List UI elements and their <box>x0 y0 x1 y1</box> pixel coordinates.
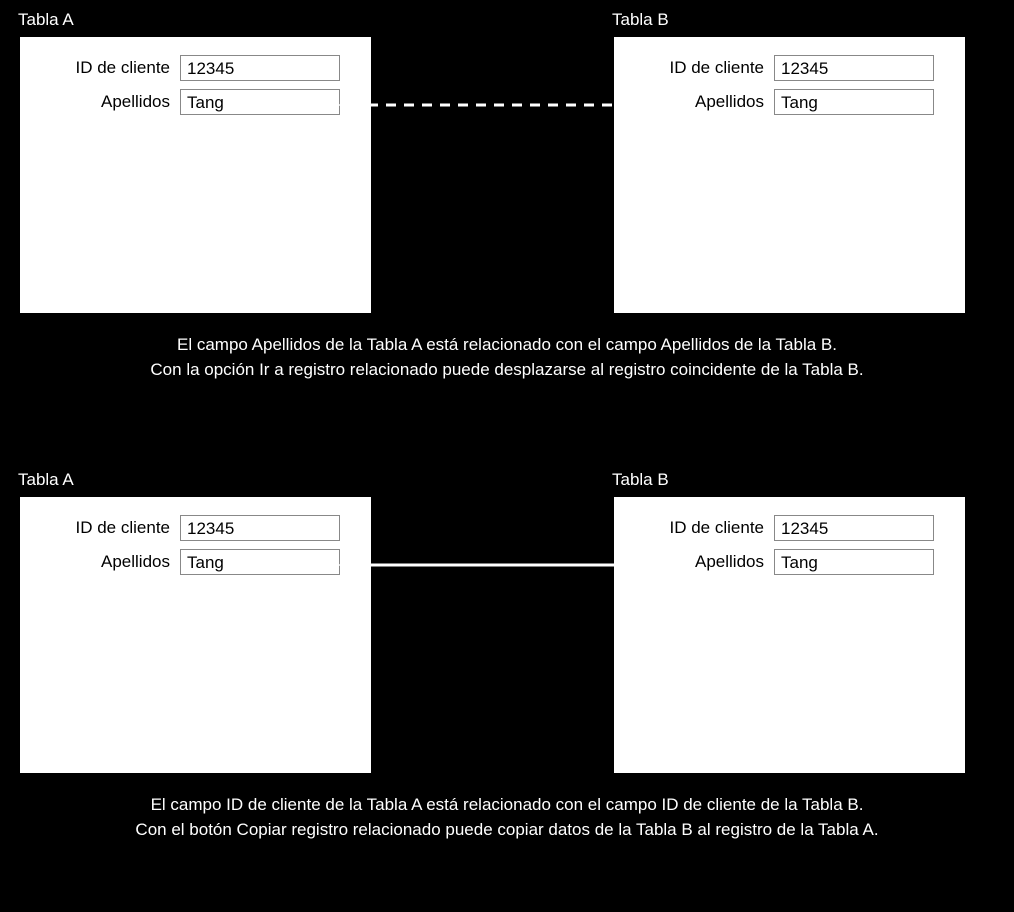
panel-table-a-top: ID de cliente 12345 Apellidos Tang <box>18 35 373 315</box>
field-row: Apellidos Tang <box>624 89 943 115</box>
caption-relation-top: El campo Apellidos de la Tabla A está re… <box>0 335 1014 355</box>
last-label: Apellidos <box>30 552 180 572</box>
field-row: Apellidos Tang <box>30 89 349 115</box>
panel-table-a-bottom: ID de cliente 12345 Apellidos Tang <box>18 495 373 775</box>
field-row: ID de cliente 12345 <box>30 55 349 81</box>
field-row: Apellidos Tang <box>30 549 349 575</box>
panel-table-b-bottom: ID de cliente 12345 Apellidos Tang <box>612 495 967 775</box>
panel-title: Tabla A <box>18 10 74 30</box>
field-row: ID de cliente 12345 <box>624 515 943 541</box>
last-field[interactable]: Tang <box>180 549 340 575</box>
last-field[interactable]: Tang <box>774 549 934 575</box>
id-field[interactable]: 12345 <box>180 55 340 81</box>
panel-content: ID de cliente 12345 Apellidos Tang <box>614 37 965 141</box>
panel-content: ID de cliente 12345 Apellidos Tang <box>20 497 371 601</box>
id-field[interactable]: 12345 <box>774 55 934 81</box>
panel-content: ID de cliente 12345 Apellidos Tang <box>20 37 371 141</box>
id-label: ID de cliente <box>30 518 180 538</box>
caption-relation-bottom: El campo ID de cliente de la Tabla A est… <box>0 795 1014 815</box>
id-label: ID de cliente <box>30 58 180 78</box>
last-field[interactable]: Tang <box>180 89 340 115</box>
caption-button-bottom: Con el botón Copiar registro relacionado… <box>0 820 1014 840</box>
last-label: Apellidos <box>624 552 774 572</box>
field-row: Apellidos Tang <box>624 549 943 575</box>
panel-content: ID de cliente 12345 Apellidos Tang <box>614 497 965 601</box>
last-label: Apellidos <box>30 92 180 112</box>
id-field[interactable]: 12345 <box>180 515 340 541</box>
panel-title: Tabla B <box>612 470 669 490</box>
last-label: Apellidos <box>624 92 774 112</box>
field-row: ID de cliente 12345 <box>624 55 943 81</box>
id-label: ID de cliente <box>624 518 774 538</box>
panel-title: Tabla B <box>612 10 669 30</box>
panel-title: Tabla A <box>18 470 74 490</box>
panel-table-b-top: ID de cliente 12345 Apellidos Tang <box>612 35 967 315</box>
id-label: ID de cliente <box>624 58 774 78</box>
diagram-canvas: ID de cliente 12345 Apellidos Tang Tabla… <box>0 0 1014 912</box>
id-field[interactable]: 12345 <box>774 515 934 541</box>
last-field[interactable]: Tang <box>774 89 934 115</box>
field-row: ID de cliente 12345 <box>30 515 349 541</box>
caption-button-top: Con la opción Ir a registro relacionado … <box>0 360 1014 380</box>
